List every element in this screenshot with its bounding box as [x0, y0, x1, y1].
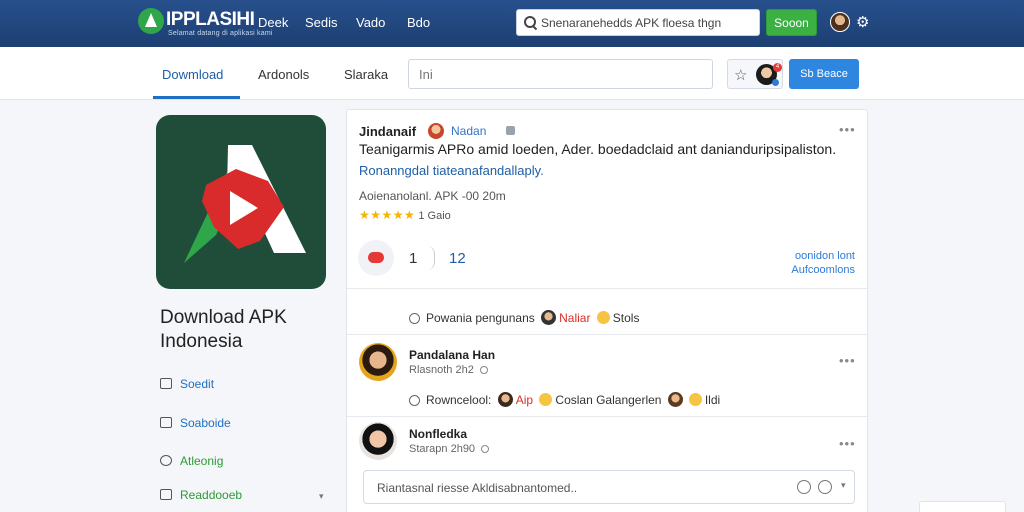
active-tab-indicator	[153, 96, 240, 99]
star-icon: ☆	[734, 67, 748, 84]
more-options-icon[interactable]: •••	[839, 353, 856, 368]
top-nav-item-3[interactable]: Vado	[356, 15, 385, 30]
mention-name[interactable]: Aip	[516, 393, 533, 407]
comment-author-2[interactable]: Nonfledka	[409, 427, 467, 441]
top-nav-item-4[interactable]: Bdo	[407, 15, 430, 30]
mention-avatar-2	[667, 392, 683, 407]
clock-icon	[479, 366, 488, 374]
emoji-icon	[688, 393, 702, 406]
filter-input[interactable]: Ini	[408, 59, 713, 89]
attach-icon[interactable]	[818, 480, 832, 494]
sidebar-item-1[interactable]: Soedit	[160, 377, 214, 391]
divider	[347, 334, 867, 335]
post-card: Jindanaif Nadan ••• Teanigarmis APRo ami…	[346, 109, 868, 512]
post-action-1[interactable]: oonidon lont	[791, 249, 855, 263]
search-icon	[524, 16, 536, 28]
more-options-icon[interactable]: •••	[839, 436, 856, 451]
comment-time-1: Rlasnoth 2h2	[409, 364, 488, 376]
notification-badge: 4	[773, 63, 782, 72]
search-input[interactable]: Snenaranehedds APK floesa thgn	[516, 9, 760, 36]
commenter-avatar	[541, 310, 557, 325]
sidebar-item-3[interactable]: Atleonig	[160, 454, 223, 468]
rating-label: Gaio	[427, 210, 451, 222]
comment-icon	[160, 417, 172, 428]
rating-stars: ★★★★★	[359, 208, 416, 222]
sub-nav-bar: Dowmload Ardonols Slaraka Ini ☆ 4 Sb Bea…	[0, 47, 1024, 100]
rating-count: 1	[418, 210, 425, 222]
chat-icon	[160, 378, 172, 389]
verified-icon	[506, 126, 515, 135]
post-meta[interactable]: Nadan	[451, 124, 486, 138]
top-nav-item-1[interactable]: Deek	[258, 15, 288, 30]
comment-summary: Powania pengunans Naliar Stols	[409, 310, 639, 325]
favorite-button[interactable]: ☆ 4	[727, 59, 783, 89]
reply-input[interactable]: Riantasnal riesse Akldisabnantomed.. ▾	[363, 470, 855, 504]
emoji-picker-icon[interactable]	[797, 480, 811, 494]
post-subtitle[interactable]: Ronanngdal tiateanafandallaply.	[359, 163, 544, 178]
post-author[interactable]: Jindanaif	[359, 124, 416, 139]
commenter-name[interactable]: Naliar	[559, 311, 590, 325]
clock-icon	[481, 445, 490, 453]
chevron-down-icon[interactable]: ▾	[319, 491, 324, 502]
divider	[347, 416, 867, 417]
post-info: Aoienanolanl. APK -00 20m	[359, 189, 506, 203]
comment-avatar-2[interactable]	[359, 422, 397, 460]
checkbox-icon	[160, 489, 172, 500]
sidebar-item-2[interactable]: Soaboide	[160, 416, 231, 430]
comment-line-1: Rowncelool: Aip Coslan Galangerlen Ildi	[409, 392, 720, 407]
app-title: Download APK Indonesia	[160, 307, 287, 352]
emoji-icon	[539, 393, 553, 406]
emoji-icon	[596, 311, 610, 324]
reply-placeholder: Riantasnal riesse Akldisabnantomed..	[377, 481, 578, 495]
divider	[347, 288, 867, 289]
online-status-icon	[772, 79, 779, 86]
reaction-divider	[427, 246, 435, 270]
filter-input-value: Ini	[419, 67, 433, 82]
comment-time-2: Starapn 2h90	[409, 443, 490, 455]
search-button[interactable]: Sooon	[766, 9, 817, 36]
more-options-icon[interactable]: •••	[839, 122, 856, 137]
comment-avatar-1[interactable]	[359, 343, 397, 381]
sidebar-item-4[interactable]: Readdooeb	[160, 488, 242, 502]
chat-icon	[409, 313, 420, 324]
tab-download[interactable]: Dowmload	[162, 67, 223, 82]
tab-android[interactable]: Ardonols	[258, 67, 309, 82]
search-icon	[160, 455, 172, 466]
comment-count[interactable]: 12	[449, 250, 466, 267]
brand-logo-icon[interactable]	[138, 8, 164, 34]
mention-avatar	[497, 392, 513, 407]
comment-author-1[interactable]: Pandalana Han	[409, 348, 495, 362]
primary-action-button[interactable]: Sb Beace	[789, 59, 859, 89]
reaction-count: 1	[409, 250, 418, 267]
reaction-button[interactable]	[358, 240, 394, 276]
gear-icon[interactable]: ⚙	[856, 13, 869, 31]
rating: ★★★★★ 1 Gaio	[359, 208, 451, 222]
brand-name[interactable]: IPPLASIHI	[166, 9, 255, 31]
author-avatar	[428, 123, 444, 139]
user-avatar[interactable]	[830, 12, 850, 32]
top-bar: IPPLASIHI Selamat datang di aplikasi kam…	[0, 0, 1024, 47]
floating-panel[interactable]	[919, 501, 1006, 512]
app-logo-icon	[156, 115, 326, 289]
post-actions: oonidon lont Aufcoomlons	[791, 249, 855, 277]
post-body: Teanigarmis APRo amid loeden, Ader. boed…	[359, 141, 837, 157]
chevron-down-icon[interactable]: ▾	[841, 480, 846, 491]
top-nav-item-2[interactable]: Sedis	[305, 15, 338, 30]
brand-tagline: Selamat datang di aplikasi kami	[168, 30, 273, 37]
reply-icon	[409, 395, 420, 406]
post-action-2[interactable]: Aufcoomlons	[791, 263, 855, 277]
search-input-value: Snenaranehedds APK floesa thgn	[541, 16, 722, 30]
tab-statistics[interactable]: Slaraka	[344, 67, 388, 82]
